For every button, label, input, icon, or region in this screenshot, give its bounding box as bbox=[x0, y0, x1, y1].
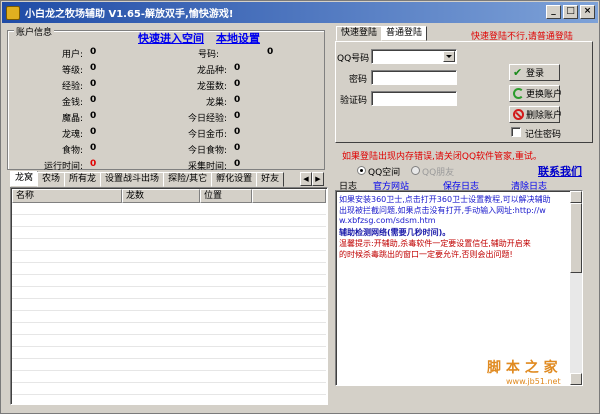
prohibited-icon bbox=[513, 109, 524, 120]
login-button-label: 登录 bbox=[526, 69, 545, 79]
log-line: 如果安装360卫士,点击打开360卫士设置教程,可以解决辅助 bbox=[339, 195, 551, 204]
delete-account-button[interactable]: 删除账户 bbox=[509, 106, 563, 123]
tab-battle-settings[interactable]: 设置战斗出场 bbox=[100, 172, 165, 187]
tab-explore-other[interactable]: 探险/其它 bbox=[163, 172, 213, 187]
crystal-value: 0 bbox=[90, 111, 97, 121]
scroll-thumb[interactable] bbox=[570, 203, 582, 273]
contact-us-link[interactable]: 联系我们 bbox=[538, 163, 582, 179]
password-label: 密码 bbox=[348, 75, 367, 85]
today-exp-value: 0 bbox=[234, 111, 241, 121]
remember-password-checkbox[interactable] bbox=[511, 127, 521, 137]
window-title: 小白龙之牧场辅助 V1.65-解放双手,愉快游戏! bbox=[25, 9, 234, 20]
chevron-down-icon[interactable] bbox=[443, 51, 455, 62]
scroll-down-icon[interactable] bbox=[570, 373, 582, 385]
qq-number-combobox[interactable] bbox=[371, 49, 457, 64]
user-label: 用户: bbox=[61, 50, 83, 60]
food-value: 0 bbox=[90, 143, 97, 153]
collect-time-label: 采集时间: bbox=[187, 162, 227, 172]
log-line: w.xbfzsg.com/sdsm.htm bbox=[339, 216, 436, 225]
column-name[interactable]: 名称 bbox=[12, 189, 122, 203]
log-line: 出现被拦截问题,如果点击没有打开,手动输入网址:http://w bbox=[339, 206, 546, 215]
account-info-title: 账户信息 bbox=[14, 25, 55, 38]
tab-hatch-settings[interactable]: 孵化设置 bbox=[211, 172, 258, 187]
qq-number-label: 号码: bbox=[197, 50, 219, 60]
captcha-input[interactable] bbox=[371, 91, 457, 106]
log-line: 的时候杀毒跳出的窗口一定要允许,否则会出问题! bbox=[339, 250, 513, 259]
tab-farm[interactable]: 农场 bbox=[37, 172, 66, 187]
list-header: 名称 龙数 位置 bbox=[12, 189, 326, 203]
exp-label: 经验: bbox=[61, 82, 83, 92]
delete-account-label: 删除账户 bbox=[526, 111, 563, 121]
title-bar[interactable]: 小白龙之牧场辅助 V1.65-解放双手,愉快游戏! _ □ × bbox=[2, 2, 598, 23]
dragon-list[interactable]: 名称 龙数 位置 bbox=[10, 187, 328, 405]
today-food-label: 今日食物: bbox=[187, 146, 227, 156]
today-gold-label: 今日金币: bbox=[187, 130, 227, 140]
tab-fast-login[interactable]: 快速登陆 bbox=[336, 26, 383, 41]
log-line: 温馨提示:开辅助,杀毒软件一定要设置信任,辅助开启来 bbox=[339, 239, 531, 248]
dragon-nest-label: 龙巢: bbox=[205, 98, 227, 108]
column-position[interactable]: 位置 bbox=[200, 189, 252, 203]
column-filler bbox=[252, 189, 326, 203]
qq-number-value: 0 bbox=[267, 47, 274, 57]
remember-password-label: 记住密码 bbox=[525, 130, 562, 140]
main-window: 小白龙之牧场辅助 V1.65-解放双手,愉快游戏! _ □ × 账户信息 快速进… bbox=[0, 0, 600, 414]
dragon-nest-value: 0 bbox=[234, 95, 241, 105]
today-exp-label: 今日经验: bbox=[187, 114, 227, 124]
crystal-label: 魔晶: bbox=[61, 114, 83, 124]
dragon-breed-value: 0 bbox=[234, 63, 241, 73]
log-line: 辅助检测网络(需要几秒时间)。 bbox=[339, 228, 451, 237]
user-value: 0 bbox=[90, 47, 97, 57]
log-scrollbar[interactable] bbox=[570, 191, 582, 385]
watermark-brand: 脚 本 之 家 bbox=[487, 360, 558, 376]
maximize-button[interactable]: □ bbox=[563, 5, 578, 19]
qq-number-field-label: QQ号码 bbox=[337, 54, 370, 64]
qq-space-label: QQ空间 bbox=[368, 168, 401, 178]
tab-normal-login[interactable]: 普通登陆 bbox=[381, 26, 428, 41]
egg-count-label: 龙蛋数: bbox=[196, 82, 227, 92]
qq-friends-label: QQ朋友 bbox=[422, 168, 455, 178]
checkmark-icon: ✔ bbox=[513, 66, 523, 79]
dragon-app-icon bbox=[6, 5, 20, 20]
tab-scroll-buttons: ◀ ▶ bbox=[300, 172, 324, 186]
dragon-soul-label: 龙魂: bbox=[61, 130, 83, 140]
egg-count-value: 0 bbox=[234, 79, 241, 89]
tab-scroll-right-icon[interactable]: ▶ bbox=[312, 172, 324, 186]
captcha-label: 验证码 bbox=[339, 96, 367, 106]
exp-value: 0 bbox=[90, 79, 97, 89]
main-tabstrip: 龙窝 农场 所有龙 设置战斗出场 探险/其它 孵化设置 好友 bbox=[10, 171, 285, 187]
close-button[interactable]: × bbox=[580, 5, 595, 19]
qq-friends-radio[interactable] bbox=[411, 166, 420, 175]
tab-friends[interactable]: 好友 bbox=[256, 172, 285, 187]
tab-dragon-nest[interactable]: 龙窝 bbox=[10, 171, 39, 187]
column-count[interactable]: 龙数 bbox=[122, 189, 200, 203]
qq-space-radio[interactable] bbox=[357, 166, 366, 175]
minimize-button[interactable]: _ bbox=[546, 5, 561, 19]
run-time-value: 0 bbox=[90, 159, 97, 169]
today-gold-value: 0 bbox=[234, 127, 241, 137]
switch-account-label: 更换账户 bbox=[526, 90, 563, 100]
today-food-value: 0 bbox=[234, 143, 241, 153]
level-value: 0 bbox=[90, 63, 97, 73]
password-input[interactable] bbox=[371, 70, 457, 85]
dragon-breed-label: 龙品种: bbox=[196, 66, 227, 76]
dragon-soul-value: 0 bbox=[90, 127, 97, 137]
quick-enter-space-link[interactable]: 快速进入空间 bbox=[138, 30, 204, 46]
money-value: 0 bbox=[90, 95, 97, 105]
login-note: 如果登陆出现内存错误,请关闭QQ软件管家,重试。 bbox=[342, 152, 542, 162]
scroll-up-icon[interactable] bbox=[570, 191, 582, 203]
level-label: 等级: bbox=[61, 66, 83, 76]
collect-time-value: 0 bbox=[234, 159, 241, 169]
money-label: 金钱: bbox=[61, 98, 83, 108]
login-button[interactable]: ✔ 登录 bbox=[509, 64, 560, 81]
local-settings-link[interactable]: 本地设置 bbox=[216, 30, 260, 46]
food-label: 食物: bbox=[61, 146, 83, 156]
login-tabs: 快速登陆 普通登陆 bbox=[336, 26, 428, 41]
watermark-url: www.jb51.net bbox=[506, 377, 561, 386]
list-rows bbox=[12, 203, 326, 403]
switch-account-button[interactable]: 更换账户 bbox=[509, 85, 563, 102]
tab-scroll-left-icon[interactable]: ◀ bbox=[300, 172, 312, 186]
tab-all-dragons[interactable]: 所有龙 bbox=[64, 172, 102, 187]
refresh-icon bbox=[513, 88, 524, 99]
